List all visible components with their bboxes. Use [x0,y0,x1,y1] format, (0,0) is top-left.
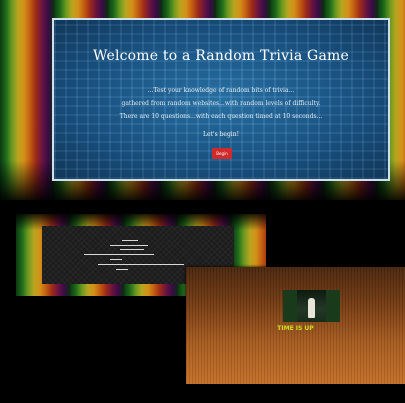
begin-button[interactable]: Begin [212,148,232,159]
intro-text-line-2: gathered from random websites...with ran… [121,100,321,107]
lets-begin-text: Let's begin! [202,131,239,138]
intro-text-line-3: There are 10 questions...with each quest… [119,113,323,120]
question-text-line [98,264,184,265]
tree-shape [326,290,340,322]
question-text-line [84,254,154,255]
question-text-line [110,245,148,246]
figure-shape [308,298,315,318]
question-text-line [116,269,128,270]
time-up-title: TIME IS UP [277,325,314,332]
welcome-panel: Welcome to a Random Trivia Game ...Test … [52,18,390,181]
time-up-image [283,290,340,322]
question-text-line [122,240,138,241]
question-text-line [110,259,122,260]
tree-shape [283,290,297,322]
welcome-title: Welcome to a Random Trivia Game [93,48,349,64]
intro-text-line-1: ...Test your knowledge of random bits of… [147,87,295,94]
question-text-line [120,249,144,250]
